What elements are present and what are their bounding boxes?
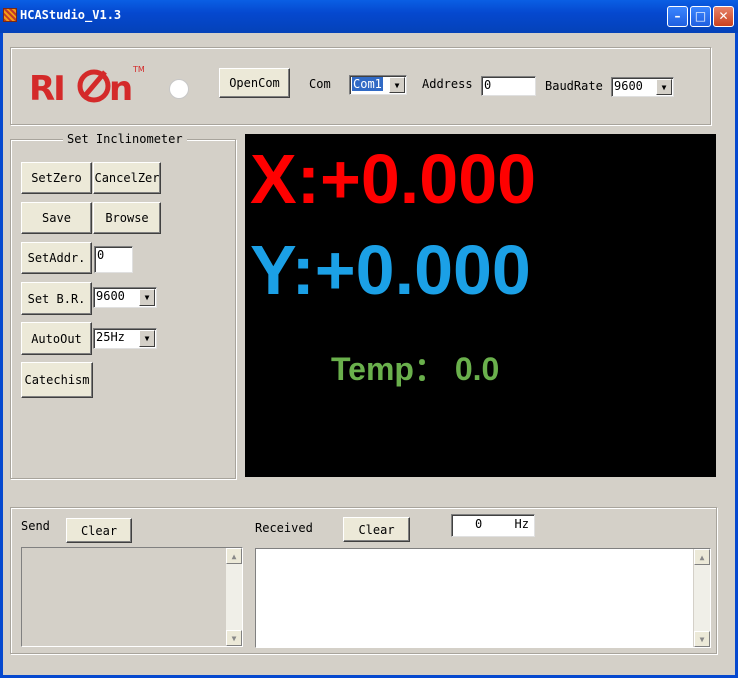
save-button[interactable]: Save — [21, 202, 92, 234]
received-scrollbar[interactable]: ▲ ▼ — [693, 549, 710, 647]
maximize-button[interactable]: □ — [690, 6, 711, 27]
send-label: Send — [21, 519, 50, 533]
svg-text:RI: RI — [29, 69, 64, 106]
chevron-down-icon[interactable]: ▼ — [139, 289, 155, 306]
window-title: HCAStudio_V1.3 — [20, 8, 122, 22]
address-input[interactable]: 0 — [481, 76, 536, 96]
readout-display: X:+0.000 Y:+0.000 Temp： 0.0 — [245, 134, 716, 477]
scroll-down-icon[interactable]: ▼ — [694, 631, 710, 647]
catechism-button[interactable]: Catechism — [21, 362, 93, 398]
received-label: Received — [255, 521, 313, 535]
status-led — [169, 79, 189, 99]
set-zero-button[interactable]: SetZero — [21, 162, 92, 194]
temperature-readout: Temp： 0.0 — [331, 351, 500, 387]
cancel-zero-button[interactable]: CancelZer — [93, 162, 161, 194]
minimize-button[interactable]: – — [667, 6, 688, 27]
x-angle-readout: X:+0.000 — [250, 140, 537, 218]
app-icon — [3, 8, 17, 22]
title-bar[interactable]: HCAStudio_V1.3 – □ ✕ — [0, 0, 738, 33]
auto-out-value: 25Hz — [96, 330, 125, 344]
send-clear-button[interactable]: Clear — [66, 518, 132, 543]
trademark-mark: TM — [132, 65, 145, 74]
com-value: Com1 — [352, 77, 383, 91]
set-baudrate-button[interactable]: Set B.R. — [21, 282, 92, 315]
received-clear-button[interactable]: Clear — [343, 517, 410, 542]
frequency-value: 0 — [475, 517, 483, 531]
chevron-down-icon[interactable]: ▼ — [656, 79, 672, 95]
svg-text:n: n — [109, 69, 133, 106]
scroll-up-icon[interactable]: ▲ — [694, 549, 710, 565]
open-com-button[interactable]: OpenCom — [219, 68, 290, 98]
baudrate-label: BaudRate — [545, 79, 603, 93]
chevron-down-icon[interactable]: ▼ — [389, 77, 405, 93]
received-textarea[interactable]: ▲ ▼ — [255, 548, 711, 648]
com-label: Com — [309, 77, 331, 91]
auto-out-select[interactable]: 25Hz ▼ — [93, 328, 157, 349]
set-address-input[interactable]: 0 — [94, 246, 133, 273]
browse-button[interactable]: Browse — [93, 202, 161, 234]
send-textarea[interactable]: ▲ ▼ — [21, 547, 243, 647]
set-baudrate-value: 9600 — [96, 289, 125, 303]
send-scrollbar[interactable]: ▲ ▼ — [225, 548, 242, 646]
baudrate-value: 9600 — [614, 79, 643, 93]
chevron-down-icon[interactable]: ▼ — [139, 330, 155, 347]
scroll-down-icon[interactable]: ▼ — [226, 630, 242, 646]
address-label: Address — [422, 77, 473, 91]
set-address-button[interactable]: SetAddr. — [21, 242, 92, 274]
scroll-up-icon[interactable]: ▲ — [226, 548, 242, 564]
com-select[interactable]: Com1 ▼ — [349, 75, 407, 95]
set-baudrate-select[interactable]: 9600 ▼ — [93, 287, 157, 308]
rion-logo: RI n TM — [29, 62, 149, 109]
y-angle-readout: Y:+0.000 — [250, 231, 531, 309]
set-inclinometer-title: Set Inclinometer — [63, 132, 187, 146]
frequency-display: 0 Hz — [451, 514, 535, 537]
baudrate-select[interactable]: 9600 ▼ — [611, 77, 674, 97]
close-button[interactable]: ✕ — [713, 6, 734, 27]
auto-out-button[interactable]: AutoOut — [21, 322, 92, 355]
frequency-unit: Hz — [514, 517, 529, 531]
